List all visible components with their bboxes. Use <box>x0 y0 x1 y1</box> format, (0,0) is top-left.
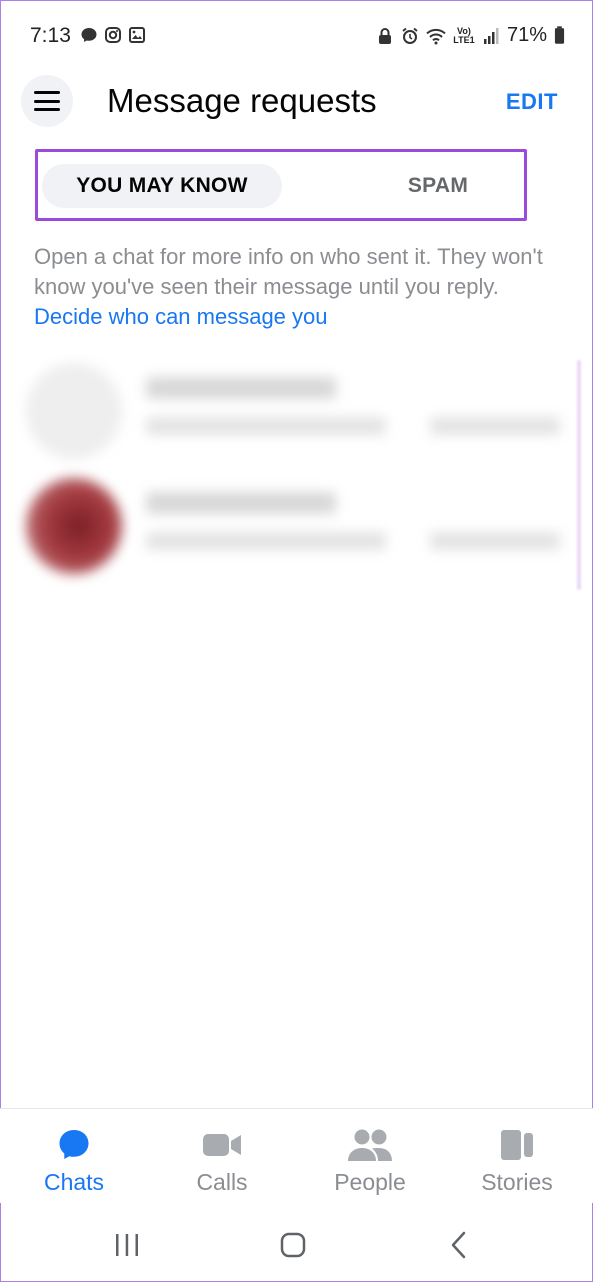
stories-icon <box>493 1125 541 1165</box>
avatar <box>26 363 122 459</box>
nav-calls[interactable]: Calls <box>162 1125 282 1196</box>
edit-button[interactable]: EDIT <box>506 89 558 115</box>
message-bubble-icon <box>81 28 97 42</box>
wifi-icon <box>426 28 446 44</box>
battery-percent: 71% <box>506 24 547 46</box>
status-right: Vo) LTE1 71% <box>376 24 565 47</box>
alarm-icon <box>402 27 418 44</box>
page-title: Message requests <box>107 82 377 119</box>
hamburger-menu-icon <box>34 91 60 111</box>
request-tabs: YOU MAY KNOW SPAM <box>35 149 527 221</box>
timestamp-blurred <box>430 417 560 435</box>
status-bar: 7:13 Vo) LTE1 71% <box>0 0 593 72</box>
scrollbar[interactable] <box>577 360 581 590</box>
message-preview-blurred <box>146 532 386 550</box>
battery-icon <box>554 26 565 44</box>
nav-label-stories: Stories <box>481 1169 553 1195</box>
nav-label-chats: Chats <box>43 1169 105 1195</box>
decide-who-can-message-link[interactable]: Decide who can message you <box>34 304 328 329</box>
back-button[interactable] <box>435 1221 483 1269</box>
back-chevron-icon <box>451 1231 466 1259</box>
nav-chats[interactable]: Chats <box>14 1125 134 1196</box>
signal-icon <box>483 27 499 44</box>
instagram-icon <box>105 27 121 43</box>
nav-label-people: People <box>334 1169 406 1195</box>
home-icon <box>280 1232 306 1258</box>
people-icon <box>346 1125 394 1165</box>
sender-name-blurred <box>146 377 336 399</box>
request-row[interactable] <box>22 355 570 467</box>
sender-name-blurred <box>146 492 336 514</box>
nav-people[interactable]: People <box>310 1125 430 1196</box>
info-text: Open a chat for more info on who sent it… <box>34 242 564 332</box>
bottom-navigation: Chats Calls People Stories <box>0 1108 593 1203</box>
tab-spam[interactable]: SPAM <box>368 164 508 208</box>
system-navigation-bar <box>0 1203 593 1282</box>
nav-label-calls: Calls <box>196 1169 248 1195</box>
lock-icon <box>378 27 391 44</box>
message-preview-blurred <box>146 417 386 435</box>
info-body: Open a chat for more info on who sent it… <box>34 244 543 299</box>
video-camera-icon <box>198 1125 246 1165</box>
nav-stories[interactable]: Stories <box>457 1125 577 1196</box>
gallery-icon <box>129 27 145 43</box>
volte-icon: Vo) LTE1 <box>453 25 475 45</box>
timestamp-blurred <box>430 532 560 550</box>
recent-apps-button[interactable] <box>103 1221 151 1269</box>
menu-button[interactable] <box>21 75 73 127</box>
status-time: 7:13 <box>30 24 71 47</box>
home-button[interactable] <box>269 1221 317 1269</box>
tab-you-may-know[interactable]: YOU MAY KNOW <box>42 164 282 208</box>
notification-icons <box>80 26 146 44</box>
request-row[interactable] <box>22 470 570 582</box>
chat-bubble-icon <box>50 1125 98 1165</box>
avatar <box>26 478 122 574</box>
recent-apps-icon <box>116 1234 138 1256</box>
